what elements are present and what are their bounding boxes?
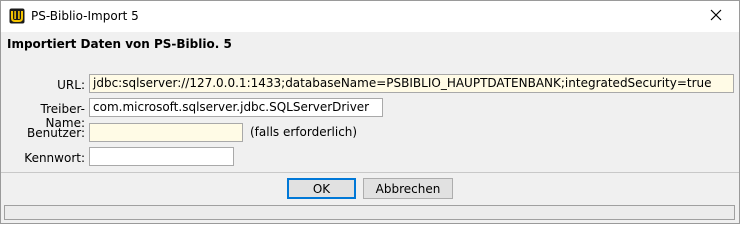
password-field[interactable]	[89, 147, 234, 166]
password-label: Kennwort:	[24, 151, 85, 165]
title-bar[interactable]: PS-Biblio-Import 5	[1, 1, 739, 32]
window-title: PS-Biblio-Import 5	[31, 9, 139, 23]
close-button[interactable]	[693, 1, 739, 32]
cancel-button[interactable]: Abbrechen	[363, 178, 453, 199]
url-field[interactable]: jdbc:sqlserver://127.0.0.1:1433;database…	[89, 74, 734, 93]
ok-button[interactable]: OK	[287, 178, 356, 199]
url-label: URL:	[57, 78, 85, 92]
user-optional-hint: (falls erforderlich)	[250, 125, 358, 139]
close-icon	[710, 9, 722, 24]
driver-name-field[interactable]: com.microsoft.sqlserver.jdbc.SQLServerDr…	[89, 98, 383, 117]
button-separator	[1, 172, 739, 173]
import-dialog: PS-Biblio-Import 5 Importiert Daten von …	[0, 0, 740, 224]
ps-biblio-app-icon	[9, 8, 25, 24]
cancel-button-label: Abbrechen	[375, 181, 441, 196]
ok-button-label: OK	[312, 181, 331, 196]
status-bar	[4, 205, 735, 220]
user-label: Benutzer:	[27, 126, 85, 140]
dialog-heading: Importiert Daten von PS-Biblio. 5	[7, 37, 232, 51]
user-field[interactable]	[89, 123, 243, 142]
